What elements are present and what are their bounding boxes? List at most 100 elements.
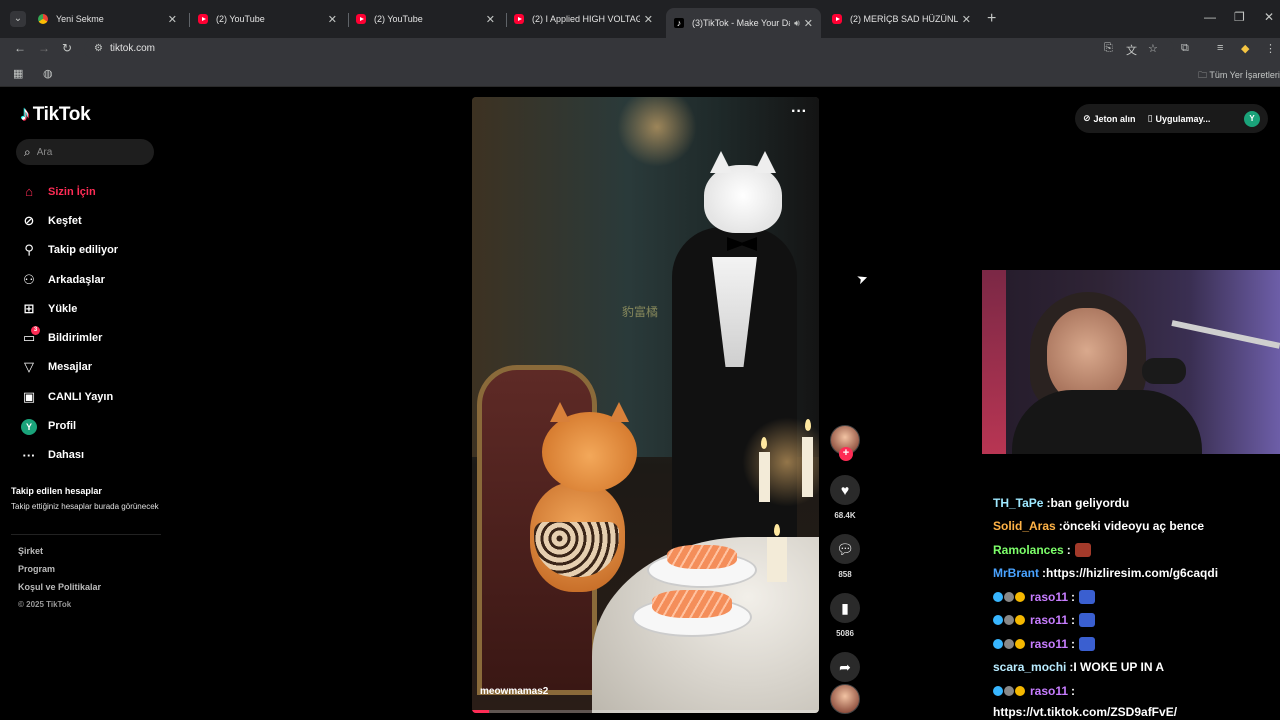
search-icon[interactable]: ⌕	[24, 145, 31, 160]
sidebar-item-profile[interactable]: Y Profil	[18, 411, 118, 440]
sound-avatar[interactable]	[830, 684, 860, 714]
search-input[interactable]	[36, 146, 137, 158]
forward-icon[interactable]: →	[38, 41, 50, 55]
sidebar-item-following[interactable]: ⚲ Takip ediliyor	[18, 236, 118, 265]
sidebar-item-notifications[interactable]: ▭ 3 Bildirimler	[18, 323, 118, 352]
streamer-face	[1047, 308, 1127, 403]
footer-link-program[interactable]: Program	[18, 564, 101, 582]
bookmark-star-icon[interactable]: ☆	[1148, 42, 1158, 55]
more-options-icon[interactable]: ···	[791, 103, 807, 121]
media-control-icon[interactable]: ≡	[1217, 42, 1223, 54]
creator-avatar[interactable]: +	[830, 425, 860, 461]
tab-youtube-1[interactable]: (2) YouTube ✕	[190, 6, 345, 32]
comment-icon[interactable]: 💬︎	[830, 534, 860, 564]
sidebar-item-label: Dahası	[48, 449, 85, 462]
message-icon: ▽	[24, 359, 34, 375]
badge-icon	[993, 615, 1003, 626]
video-progress-bar[interactable]	[472, 710, 819, 713]
tab-search-button[interactable]: ⌄	[10, 11, 26, 27]
comment-action[interactable]: 💬︎ 858	[827, 534, 863, 579]
site-info-icon[interactable]: ⚙	[94, 43, 103, 54]
footer-link-company[interactable]: Şirket	[18, 546, 101, 564]
menu-kebab-icon[interactable]: ⋮	[1265, 42, 1276, 55]
like-action[interactable]: ♥ 68.4K	[827, 475, 863, 520]
sidebar-item-more[interactable]: ··· Dahası	[18, 441, 118, 470]
translate-icon[interactable]: 文	[1126, 42, 1137, 58]
browser-tab-strip: ⌄ Yeni Sekme ✕ (2) YouTube ✕ (2) YouTube…	[0, 0, 1280, 38]
sidebar-item-messages[interactable]: ▽ Mesajlar	[18, 353, 118, 382]
streamer-shirt	[1012, 390, 1202, 454]
video-author[interactable]: meowmamas2	[480, 686, 548, 697]
tab-title: Yeni Sekme	[56, 14, 104, 24]
restore-icon[interactable]: ❐	[1234, 10, 1245, 24]
chat-username: scara_mochi	[993, 660, 1067, 675]
like-count: 68.4K	[834, 511, 856, 520]
reload-icon[interactable]: ↻	[62, 41, 72, 55]
sidebar-item-friends[interactable]: ⚇ Arkadaşlar	[18, 265, 118, 294]
speaker-icon[interactable]: 🔊︎	[794, 18, 800, 29]
minimize-icon[interactable]: —	[1204, 10, 1216, 24]
badge-icon	[1004, 638, 1014, 649]
sidebar-item-label: Bildirimler	[48, 332, 103, 345]
address-bar[interactable]: ⚙ tiktok.com	[84, 39, 1174, 59]
close-icon[interactable]: ✕	[328, 13, 337, 26]
tab-youtube-3[interactable]: (2) I Applied HIGH VOLTAGE to ✕	[506, 6, 661, 32]
top-right-actions: ⊘ Jeton alın ▯ Uygulamay... Y	[1075, 104, 1268, 133]
back-icon[interactable]: ←	[14, 41, 26, 55]
chat-badges-icon	[993, 638, 1026, 649]
chat-message: raso11:	[993, 632, 1273, 656]
video-player[interactable]: 豹富橘 ··· meowmamas2	[472, 97, 819, 713]
install-app-icon[interactable]: ⎘	[1104, 42, 1113, 55]
chat-username: TH_TaPe	[993, 495, 1044, 510]
tab-youtube-2[interactable]: (2) YouTube ✕	[348, 6, 503, 32]
footer-link-terms[interactable]: Koşul ve Politikalar	[18, 582, 101, 600]
close-icon[interactable]: ✕	[962, 13, 971, 26]
badge-icon	[1015, 591, 1025, 602]
tiktok-logo[interactable]: ♪ TikTok	[20, 103, 91, 126]
save-action[interactable]: ▮ 5086	[827, 593, 863, 638]
emote-icon	[1079, 589, 1096, 604]
emote-icon	[1079, 613, 1096, 628]
tab-tiktok[interactable]: ♪ (3)TikTok - Make Your Day 🔊︎ ✕	[666, 8, 821, 38]
sidebar-item-upload[interactable]: ⊞ Yükle	[18, 294, 118, 323]
badge-icon	[993, 685, 1003, 696]
all-bookmarks-folder[interactable]: 🗀︎ Tüm Yer İşaretleri	[1198, 68, 1280, 84]
globe-icon[interactable]: ◍	[43, 67, 53, 80]
tab-new-tab[interactable]: Yeni Sekme ✕	[30, 6, 185, 32]
apps-grid-icon[interactable]: ▦	[13, 67, 23, 80]
chat-text: önceki videoyu aç bence	[1062, 519, 1205, 534]
avatar[interactable]: Y	[1244, 110, 1260, 127]
sidebar-item-explore[interactable]: ⊘ Keşfet	[18, 206, 118, 235]
tab-title: (2) YouTube	[374, 14, 423, 24]
sidebar-item-live[interactable]: ▣ CANLI Yayın	[18, 382, 118, 411]
get-coins-button[interactable]: Jeton alın	[1094, 114, 1136, 124]
close-icon[interactable]: ✕	[486, 13, 495, 26]
chat-colon: :	[1071, 683, 1076, 698]
extension-icon[interactable]: ◆	[1241, 42, 1249, 55]
close-icon[interactable]: ✕	[804, 17, 813, 30]
sidebar-item-label: Arkadaşlar	[48, 273, 105, 286]
youtube-icon	[356, 14, 366, 24]
heart-icon[interactable]: ♥	[830, 475, 860, 505]
badge-icon	[1015, 685, 1025, 696]
bookmark-icon[interactable]: ▮	[830, 593, 860, 623]
notification-badge: 3	[31, 326, 40, 336]
chat-message: raso11:	[993, 585, 1273, 609]
extensions-icon[interactable]: ⧉	[1181, 42, 1189, 55]
sidebar-item-for-you[interactable]: ⌂ Sizin İçin	[18, 177, 118, 206]
window-close-icon[interactable]: ✕	[1264, 10, 1274, 24]
new-tab-button[interactable]: +	[987, 10, 996, 28]
logo-text: TikTok	[32, 103, 91, 125]
close-icon[interactable]: ✕	[644, 13, 653, 26]
search-box[interactable]: ⌕	[16, 139, 154, 165]
footer-links: Şirket Program Koşul ve Politikalar © 20…	[18, 546, 101, 618]
get-app-button[interactable]: Uygulamay...	[1156, 114, 1211, 124]
home-icon: ⌂	[25, 184, 33, 200]
emote-icon	[1074, 542, 1091, 557]
close-icon[interactable]: ✕	[168, 13, 177, 26]
tab-youtube-4[interactable]: (2) MERİÇB SAD HÜZÜNLÜ EDİ ✕	[824, 6, 979, 32]
compass-icon: ⊘	[23, 212, 35, 228]
url-text[interactable]: tiktok.com	[110, 43, 155, 54]
share-icon[interactable]: ➦	[830, 652, 860, 682]
follow-plus-icon[interactable]: +	[839, 447, 853, 461]
